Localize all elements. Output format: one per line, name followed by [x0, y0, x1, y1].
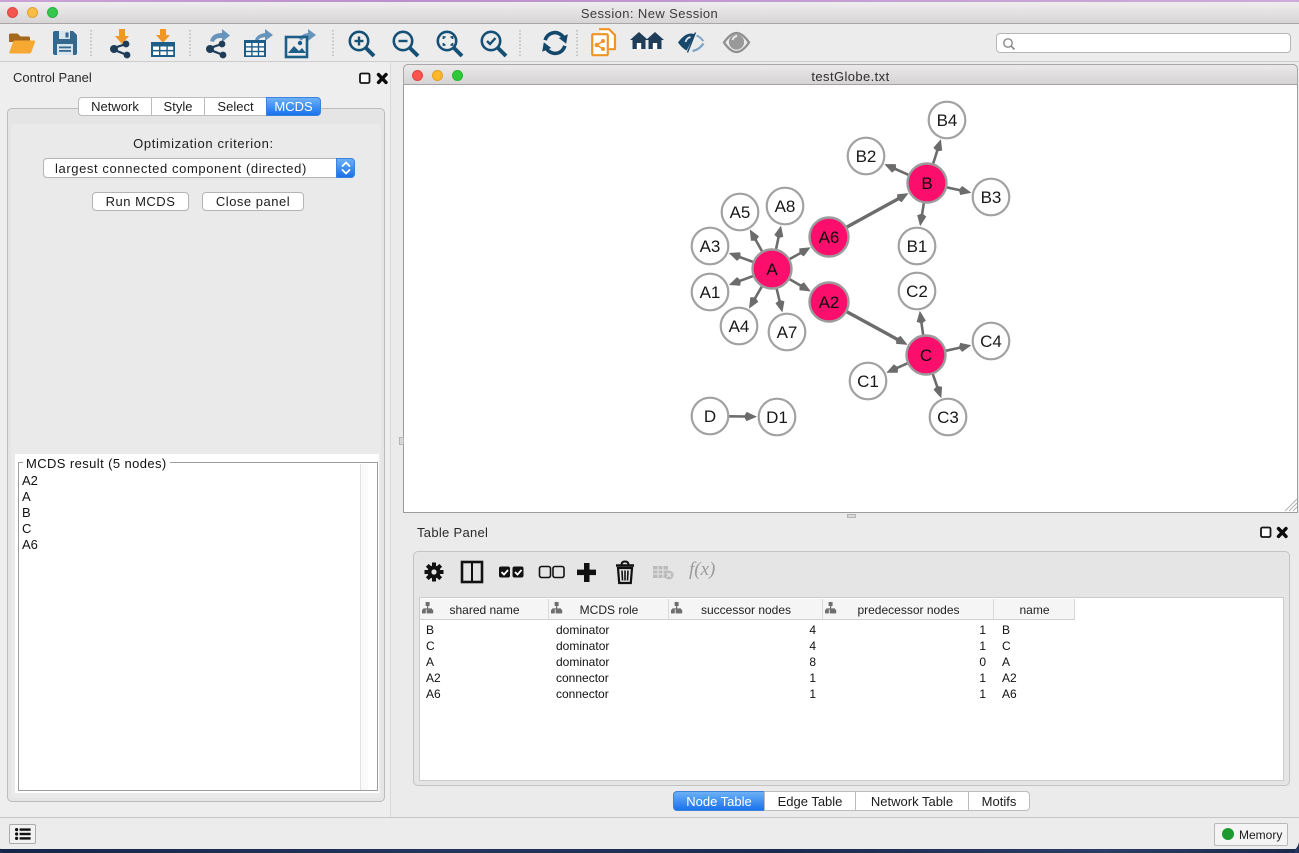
svg-text:A5: A5 [730, 203, 751, 222]
svg-text:C: C [920, 346, 932, 365]
svg-text:A2: A2 [819, 293, 840, 312]
svg-text:D: D [704, 407, 716, 426]
svg-text:B3: B3 [981, 188, 1002, 207]
svg-text:C3: C3 [937, 408, 959, 427]
svg-text:B1: B1 [907, 237, 928, 256]
svg-text:A4: A4 [729, 317, 750, 336]
svg-text:A7: A7 [777, 323, 798, 342]
svg-text:C2: C2 [906, 282, 928, 301]
svg-text:A8: A8 [775, 197, 796, 216]
svg-text:C4: C4 [980, 332, 1002, 351]
svg-text:A6: A6 [819, 228, 840, 247]
svg-text:A3: A3 [700, 237, 721, 256]
svg-text:B4: B4 [937, 111, 958, 130]
svg-text:D1: D1 [766, 408, 788, 427]
svg-text:A: A [766, 260, 778, 279]
svg-text:C1: C1 [857, 372, 879, 391]
svg-text:B: B [921, 174, 932, 193]
svg-text:B2: B2 [856, 147, 877, 166]
svg-text:A1: A1 [700, 283, 721, 302]
